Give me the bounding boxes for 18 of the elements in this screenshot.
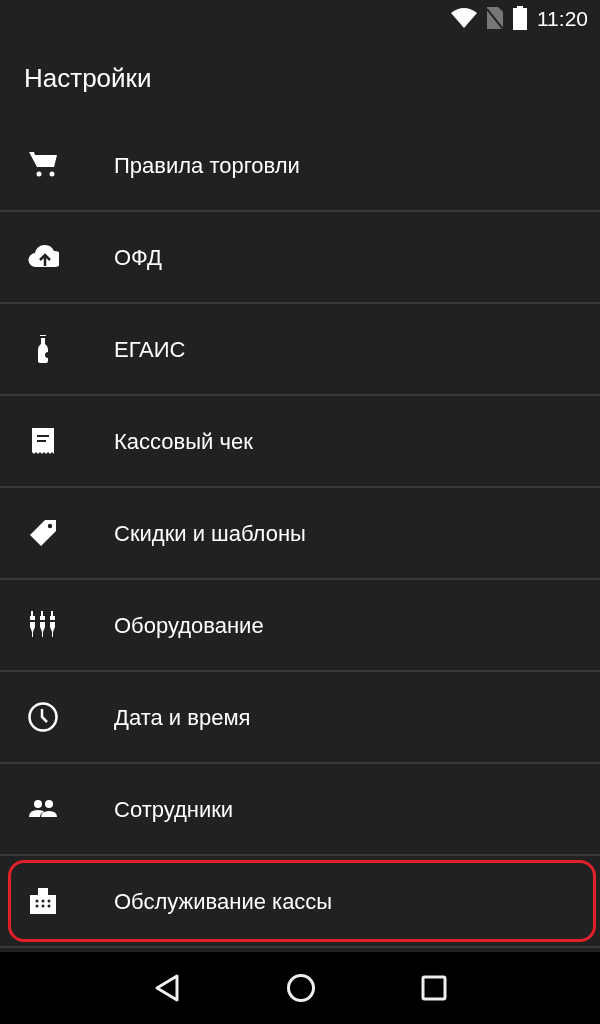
recents-icon[interactable] <box>421 975 448 1001</box>
clock-time: 11:20 <box>537 7 588 29</box>
settings-item[interactable]: Скидки и шаблоны <box>8 492 596 574</box>
settings-item[interactable]: ОФД <box>8 216 596 298</box>
settings-item[interactable]: Оборудование <box>8 584 596 666</box>
settings-item[interactable]: ЕГАИС <box>8 308 596 390</box>
page-title: Настройки <box>24 61 152 95</box>
settings-item[interactable]: Правила торговли <box>8 124 596 206</box>
settings-item[interactable]: Обслуживание кассы <box>8 860 596 942</box>
battery-icon <box>513 6 527 30</box>
wifi-icon <box>451 8 477 28</box>
settings-item[interactable]: Сотрудники <box>8 768 596 850</box>
settings-item[interactable]: Кассовый чек <box>8 400 596 482</box>
home-icon[interactable] <box>286 973 316 1003</box>
clock-icon <box>27 701 59 733</box>
cash-register-icon <box>27 885 59 917</box>
no-sim-icon <box>487 7 503 29</box>
settings-item[interactable]: Дата и время <box>8 676 596 758</box>
